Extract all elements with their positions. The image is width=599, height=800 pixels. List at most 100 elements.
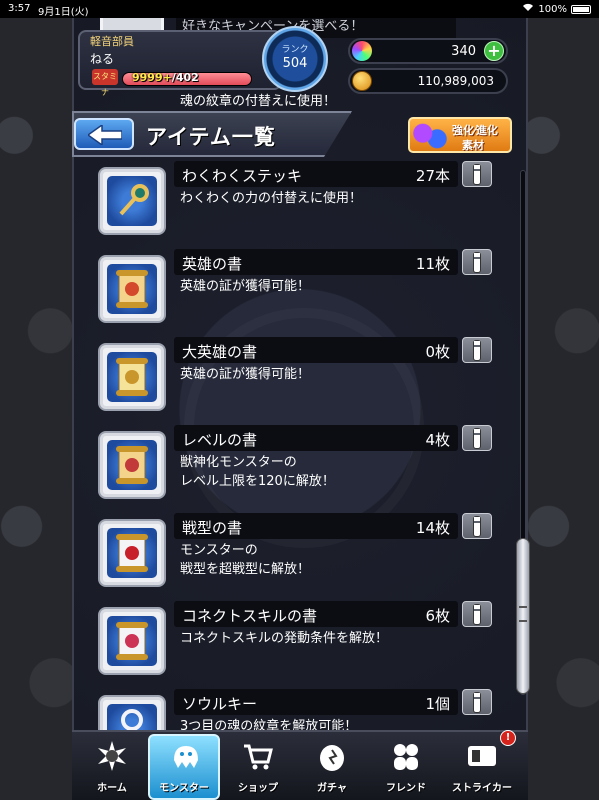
stone-wall-right <box>527 18 599 800</box>
back-arrow-icon <box>88 125 122 145</box>
friends-icon <box>394 744 418 770</box>
info-button[interactable] <box>462 161 492 187</box>
info-icon <box>474 429 480 448</box>
orb-counter[interactable]: 340 + <box>348 38 508 64</box>
info-button[interactable] <box>462 249 492 275</box>
nav-shop-label: ショップ <box>238 783 278 794</box>
nav-home-label: ホーム <box>97 783 127 794</box>
page-title: アイテム一覧 <box>146 125 276 149</box>
player-title: 軽音部員 <box>90 35 134 48</box>
item-name: レベルの書 <box>182 431 258 449</box>
gold-counter: 110,989,003 <box>348 68 508 94</box>
info-icon <box>474 605 480 624</box>
item-name-box: コネクトスキルの書 6枚 <box>174 601 458 627</box>
status-time: 3:57 <box>8 3 31 14</box>
rank-badge[interactable]: ランク 504 <box>262 26 328 92</box>
connect-scroll-icon <box>107 616 157 666</box>
list-item[interactable]: わくわくステッキ 27本 わくわくの力の付替えに使用！ <box>96 155 516 243</box>
item-description: わくわくの力の付替えに使用！ <box>180 191 363 206</box>
nav-striker-label: ストライカー <box>452 783 512 794</box>
item-name-box: レベルの書 4枚 <box>174 425 458 451</box>
material-orbs-icon <box>412 122 448 150</box>
item-icon-frame[interactable] <box>98 343 166 411</box>
player-name: ねる <box>90 52 115 66</box>
list-item[interactable]: レベルの書 4枚獣神化モンスターの レベル上限を120に解放！ <box>96 419 516 507</box>
orb-icon <box>352 41 372 61</box>
item-count: 4枚 <box>425 431 450 449</box>
rank-label: ランク <box>281 45 309 55</box>
stone-wall-left <box>0 18 72 800</box>
status-bar: 3:57 9月1日(火) 100% <box>0 0 599 18</box>
bottom-nav: ホーム モンスター ショップ ガチャ フレンド ストライカー ! <box>72 730 528 800</box>
coin-icon <box>352 71 372 91</box>
item-description: コネクトスキルの発動条件を解放！ <box>180 631 389 646</box>
nav-monster[interactable]: モンスター <box>148 734 220 800</box>
list-item[interactable]: コネクトスキルの書 6枚コネクトスキルの発動条件を解放！ <box>96 595 516 683</box>
evolution-materials-button[interactable]: 強化⁄進化 素材 <box>408 117 512 153</box>
gacha-egg-icon <box>320 745 344 771</box>
item-icon-frame[interactable] <box>98 167 166 235</box>
list-item[interactable]: ソウルキー 1個 3つ目の魂の紋章を解放可能！ <box>96 683 516 730</box>
evo-label-line1: 強化⁄進化 <box>452 124 498 137</box>
item-list[interactable]: わくわくステッキ 27本 わくわくの力の付替えに使用！ 英雄の書 11枚英雄の証が獲得可… <box>96 155 516 730</box>
item-count: 1個 <box>425 695 450 713</box>
item-count: 11枚 <box>415 255 450 273</box>
item-description: 英雄の証が獲得可能！ <box>180 367 311 382</box>
item-description: モンスターの 戦型を超戦型に解放！ <box>180 543 311 577</box>
nav-home[interactable]: ホーム <box>76 736 148 798</box>
gold-scroll-icon <box>107 352 157 402</box>
striker-card-icon <box>468 746 496 766</box>
nav-shop[interactable]: ショップ <box>222 736 294 798</box>
nav-friend[interactable]: フレンド <box>370 736 442 798</box>
shopping-cart-icon <box>244 744 273 770</box>
evo-label-line2: 素材 <box>462 139 484 152</box>
info-icon <box>474 341 480 360</box>
status-right: 100% <box>522 3 591 15</box>
item-name: 大英雄の書 <box>182 343 258 361</box>
item-name-box: 戦型の書 14枚 <box>174 513 458 539</box>
info-button[interactable] <box>462 425 492 451</box>
nav-striker[interactable]: ストライカー ! <box>446 730 518 798</box>
nav-friend-label: フレンド <box>386 783 426 794</box>
item-icon-frame[interactable] <box>98 607 166 675</box>
add-orb-button[interactable]: + <box>484 41 504 61</box>
item-name-box: 大英雄の書 0枚 <box>174 337 458 363</box>
item-description: 英雄の証が獲得可能！ <box>180 279 311 294</box>
status-date: 9月1日(火) <box>38 7 89 18</box>
item-name: ソウルキー <box>182 695 258 713</box>
scrollbar-grip <box>519 606 527 622</box>
battery-icon <box>571 4 591 14</box>
item-name-box: ソウルキー 1個 <box>174 689 458 715</box>
player-card: 軽音部員 ねる スタミナ 9999+/402 ランク 504 340 + 110… <box>72 26 528 97</box>
item-name: 英雄の書 <box>182 255 243 273</box>
info-icon <box>474 165 480 184</box>
list-item[interactable]: 英雄の書 11枚英雄の証が獲得可能！ <box>96 243 516 331</box>
item-icon-frame[interactable] <box>98 519 166 587</box>
info-button[interactable] <box>462 513 492 539</box>
item-description: 3つ目の魂の紋章を解放可能！ <box>180 719 358 730</box>
stamina-max: /402 <box>171 71 199 84</box>
info-button[interactable] <box>462 689 492 715</box>
list-item[interactable]: 戦型の書 14枚モンスターの 戦型を超戦型に解放！ <box>96 507 516 595</box>
stamina-text: 9999+/402 <box>132 71 199 84</box>
item-icon-frame[interactable] <box>98 255 166 323</box>
list-item[interactable]: 大英雄の書 0枚英雄の証が獲得可能！ <box>96 331 516 419</box>
item-name: 戦型の書 <box>182 519 243 537</box>
orb-value: 340 <box>451 44 476 59</box>
nav-monster-label: モンスター <box>159 783 209 794</box>
item-name: わくわくステッキ <box>182 167 303 185</box>
item-name: コネクトスキルの書 <box>182 607 318 625</box>
info-button[interactable] <box>462 337 492 363</box>
nav-gacha[interactable]: ガチャ <box>296 736 368 798</box>
monster-icon <box>174 746 198 768</box>
info-icon <box>474 253 480 272</box>
item-description: 獣神化モンスターの レベル上限を120に解放！ <box>180 455 335 489</box>
item-icon-frame[interactable] <box>98 431 166 499</box>
info-button[interactable] <box>462 601 492 627</box>
back-button[interactable] <box>74 118 134 150</box>
item-icon-frame[interactable] <box>98 695 166 730</box>
rank-value: 504 <box>282 56 308 71</box>
key-icon <box>107 704 157 730</box>
stamina-current: 9999+ <box>132 71 172 84</box>
gold-value: 110,989,003 <box>417 74 494 88</box>
